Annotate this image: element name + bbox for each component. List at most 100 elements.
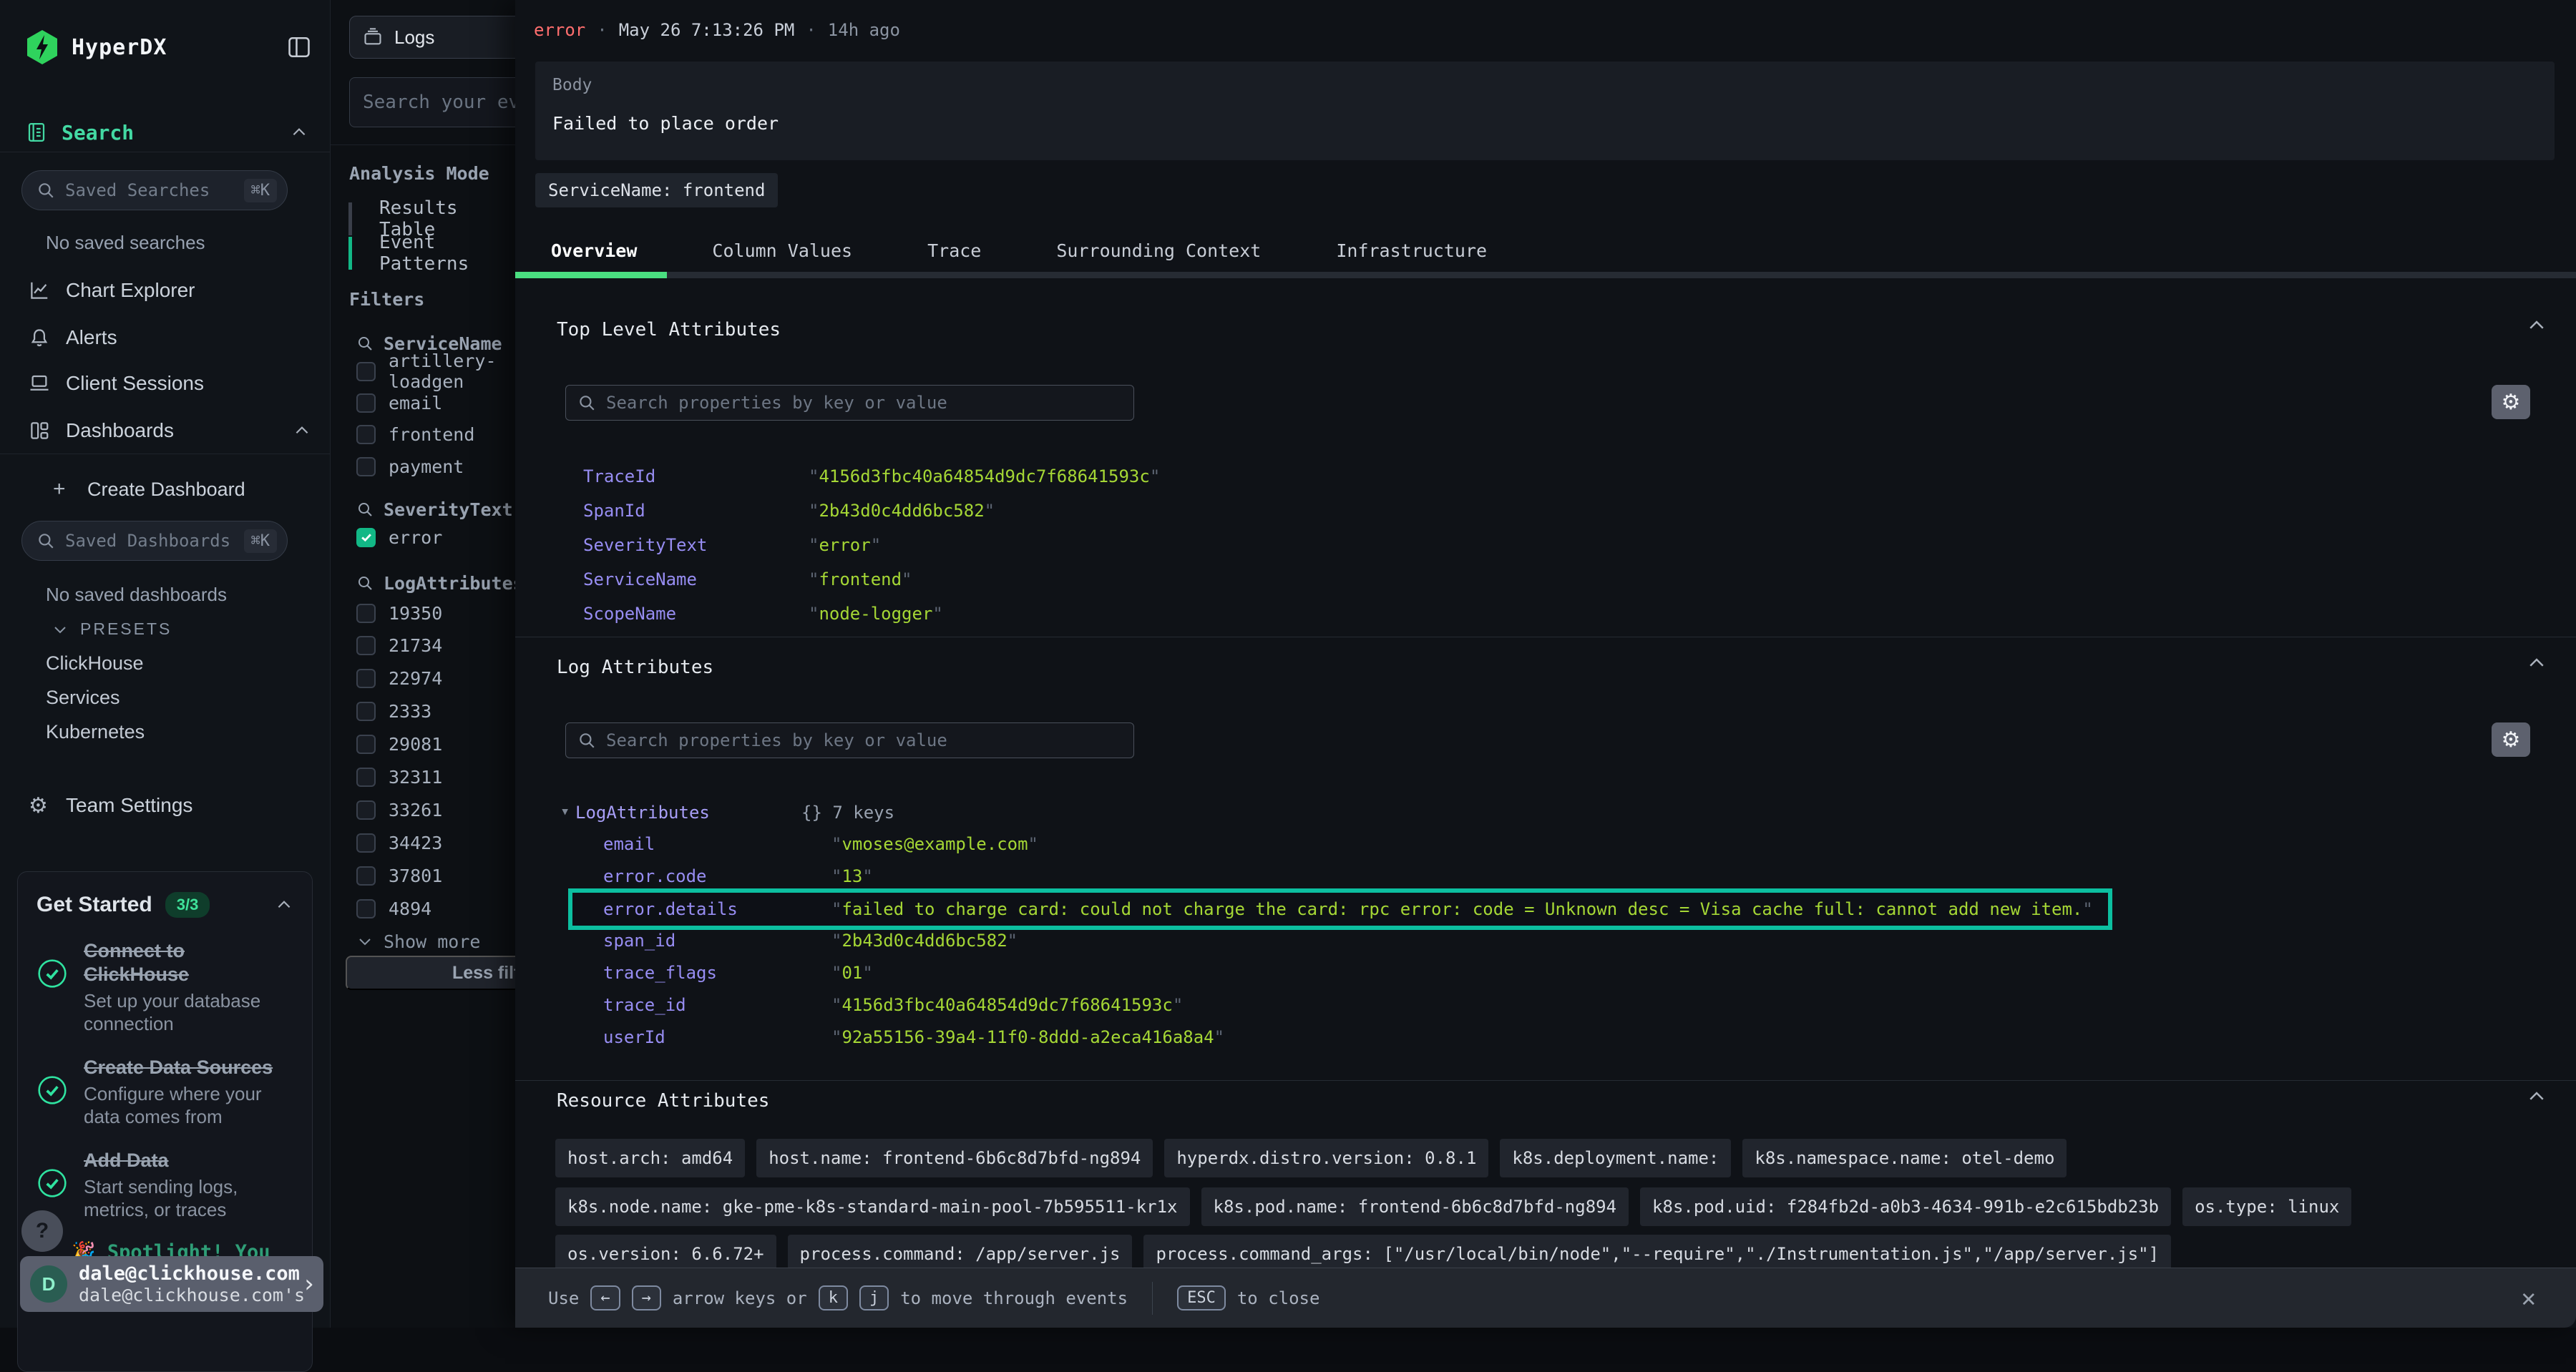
chevron-up-icon[interactable] bbox=[2526, 1086, 2547, 1107]
resource-chip[interactable]: k8s.pod.name: frontend-6b6c8d7bfd-ng894 bbox=[1201, 1187, 1629, 1226]
checkbox[interactable] bbox=[356, 636, 376, 655]
attribute-value[interactable]: "failed to charge card: could not charge… bbox=[831, 899, 2093, 919]
search-icon[interactable] bbox=[356, 501, 374, 518]
attribute-value[interactable]: "2b43d0c4dd6bc582" bbox=[809, 501, 995, 521]
attribute-value[interactable]: "01" bbox=[831, 963, 873, 983]
top-level-search-input[interactable] bbox=[606, 393, 1122, 413]
sidebar-item-dashboards[interactable]: Dashboards bbox=[29, 415, 311, 446]
get-started-item[interactable]: Add Data Start sending logs, metrics, or… bbox=[36, 1149, 293, 1222]
event-search-input[interactable] bbox=[363, 92, 515, 113]
create-dashboard-button[interactable]: + Create Dashboard bbox=[53, 474, 311, 505]
chevron-up-icon[interactable] bbox=[2526, 652, 2547, 674]
attribute-key[interactable]: email bbox=[603, 834, 655, 854]
chevron-up-icon[interactable] bbox=[2526, 315, 2547, 336]
attribute-key[interactable]: TraceId bbox=[583, 466, 655, 486]
checkbox[interactable] bbox=[356, 866, 376, 886]
filter-option[interactable]: payment bbox=[356, 454, 464, 479]
filter-option[interactable]: 2333 bbox=[356, 698, 431, 724]
help-button[interactable]: ? bbox=[21, 1210, 63, 1252]
checkbox[interactable] bbox=[356, 735, 376, 754]
tab-overview[interactable]: Overview bbox=[551, 240, 637, 261]
preset-clickhouse[interactable]: ClickHouse bbox=[46, 652, 144, 675]
checkbox[interactable] bbox=[356, 604, 376, 623]
chevron-up-icon[interactable] bbox=[293, 421, 311, 440]
attribute-key[interactable]: SeverityText bbox=[583, 535, 707, 555]
sidebar-collapse-icon[interactable] bbox=[287, 34, 311, 60]
tab-surrounding-context[interactable]: Surrounding Context bbox=[1056, 240, 1261, 261]
event-search-box[interactable] bbox=[349, 77, 515, 127]
log-attributes-search-box[interactable] bbox=[565, 722, 1134, 758]
root-key[interactable]: LogAttributes bbox=[575, 803, 710, 823]
mode-results-table[interactable]: Results Table bbox=[348, 202, 515, 235]
filter-option[interactable]: email bbox=[356, 390, 442, 416]
resource-chip[interactable]: host.name: frontend-6b6c8d7bfd-ng894 bbox=[756, 1139, 1153, 1177]
service-name-chip[interactable]: ServiceName: frontend bbox=[535, 173, 778, 207]
gear-icon[interactable]: ⚙ bbox=[2492, 722, 2530, 757]
sidebar-item-chart-explorer[interactable]: Chart Explorer bbox=[29, 275, 311, 306]
chevron-up-icon[interactable] bbox=[275, 896, 293, 914]
sidebar-item-client-sessions[interactable]: Client Sessions bbox=[29, 368, 311, 399]
checkbox[interactable] bbox=[356, 457, 376, 476]
attribute-value[interactable]: "13" bbox=[831, 866, 873, 886]
filter-option[interactable]: 29081 bbox=[356, 731, 442, 757]
search-icon[interactable] bbox=[356, 574, 374, 592]
attribute-value[interactable]: "vmoses@example.com" bbox=[831, 834, 1038, 854]
attribute-value[interactable]: "error" bbox=[809, 535, 881, 555]
resource-chip[interactable]: k8s.namespace.name: otel-demo bbox=[1742, 1139, 2067, 1177]
get-started-item[interactable]: Connect to ClickHouse Set up your databa… bbox=[36, 939, 293, 1036]
tab-column-values[interactable]: Column Values bbox=[712, 240, 852, 261]
get-started-item-title[interactable]: Add Data bbox=[84, 1149, 275, 1172]
get-started-item-title[interactable]: Create Data Sources bbox=[84, 1056, 275, 1079]
attribute-key[interactable]: error.details bbox=[603, 899, 738, 919]
filter-option[interactable]: 37801 bbox=[356, 863, 442, 888]
sidebar-item-alerts[interactable]: Alerts bbox=[29, 322, 311, 353]
filter-option-checked[interactable]: error bbox=[356, 524, 442, 550]
presets-toggle[interactable]: PRESETS bbox=[52, 619, 172, 639]
get-started-item[interactable]: Create Data Sources Configure where your… bbox=[36, 1056, 293, 1129]
filter-option[interactable]: 19350 bbox=[356, 600, 442, 626]
checkbox[interactable] bbox=[356, 669, 376, 688]
filter-option[interactable]: frontend bbox=[356, 421, 474, 447]
checkbox[interactable] bbox=[356, 393, 376, 413]
user-menu[interactable]: D dale@clickhouse.com dale@clickhouse.co… bbox=[20, 1256, 323, 1312]
saved-searches-field[interactable] bbox=[65, 180, 234, 200]
saved-searches-input[interactable]: ⌘K bbox=[21, 170, 288, 210]
checkbox[interactable] bbox=[356, 702, 376, 721]
attribute-value[interactable]: "4156d3fbc40a64854d9dc7f68641593c" bbox=[831, 995, 1183, 1015]
source-selector-button[interactable]: Logs bbox=[349, 16, 515, 59]
attribute-value[interactable]: "92a55156-39a4-11f0-8ddd-a2eca416a8a4" bbox=[831, 1027, 1224, 1047]
close-icon[interactable]: ✕ bbox=[2522, 1284, 2536, 1313]
tab-trace[interactable]: Trace bbox=[927, 240, 981, 261]
attribute-key[interactable]: span_id bbox=[603, 931, 675, 951]
log-attributes-search-input[interactable] bbox=[606, 730, 1122, 750]
resource-chip[interactable]: k8s.node.name: gke-pme-k8s-standard-main… bbox=[555, 1187, 1190, 1226]
filter-option[interactable]: 34423 bbox=[356, 830, 442, 856]
checkbox[interactable] bbox=[356, 362, 376, 381]
attribute-value[interactable]: "4156d3fbc40a64854d9dc7f68641593c" bbox=[809, 466, 1160, 486]
checkbox[interactable] bbox=[356, 899, 376, 918]
attribute-value[interactable]: "frontend" bbox=[809, 569, 912, 589]
resource-chip[interactable]: k8s.deployment.name: bbox=[1500, 1139, 1731, 1177]
sidebar-item-team-settings[interactable]: ⚙ Team Settings bbox=[29, 790, 311, 821]
chevron-up-icon[interactable] bbox=[290, 123, 308, 142]
attribute-value[interactable]: "node-logger" bbox=[809, 604, 943, 624]
preset-services[interactable]: Services bbox=[46, 687, 120, 709]
attribute-key[interactable]: userId bbox=[603, 1027, 665, 1047]
show-more-button[interactable]: Show more bbox=[356, 928, 480, 954]
attribute-key[interactable]: trace_id bbox=[603, 995, 686, 1015]
tree-caret-icon[interactable]: ▾ bbox=[560, 803, 570, 820]
top-level-search-box[interactable] bbox=[565, 385, 1134, 421]
checkbox[interactable] bbox=[356, 425, 376, 444]
filter-option[interactable]: artillery-loadgen bbox=[356, 358, 515, 384]
attribute-key[interactable]: ServiceName bbox=[583, 569, 697, 589]
get-started-item-title[interactable]: Connect to ClickHouse bbox=[84, 939, 275, 986]
filter-option[interactable]: 4894 bbox=[356, 896, 431, 921]
checkbox[interactable] bbox=[356, 768, 376, 787]
resource-chip[interactable]: os.type: linux bbox=[2182, 1187, 2351, 1226]
resource-chip[interactable]: hyperdx.distro.version: 0.8.1 bbox=[1164, 1139, 1488, 1177]
checkbox[interactable] bbox=[356, 800, 376, 820]
filter-option[interactable]: 33261 bbox=[356, 797, 442, 823]
checkbox[interactable] bbox=[356, 833, 376, 853]
resource-chip[interactable]: k8s.pod.uid: f284fb2d-a0b3-4634-991b-e2c… bbox=[1640, 1187, 2171, 1226]
filter-option[interactable]: 22974 bbox=[356, 665, 442, 691]
